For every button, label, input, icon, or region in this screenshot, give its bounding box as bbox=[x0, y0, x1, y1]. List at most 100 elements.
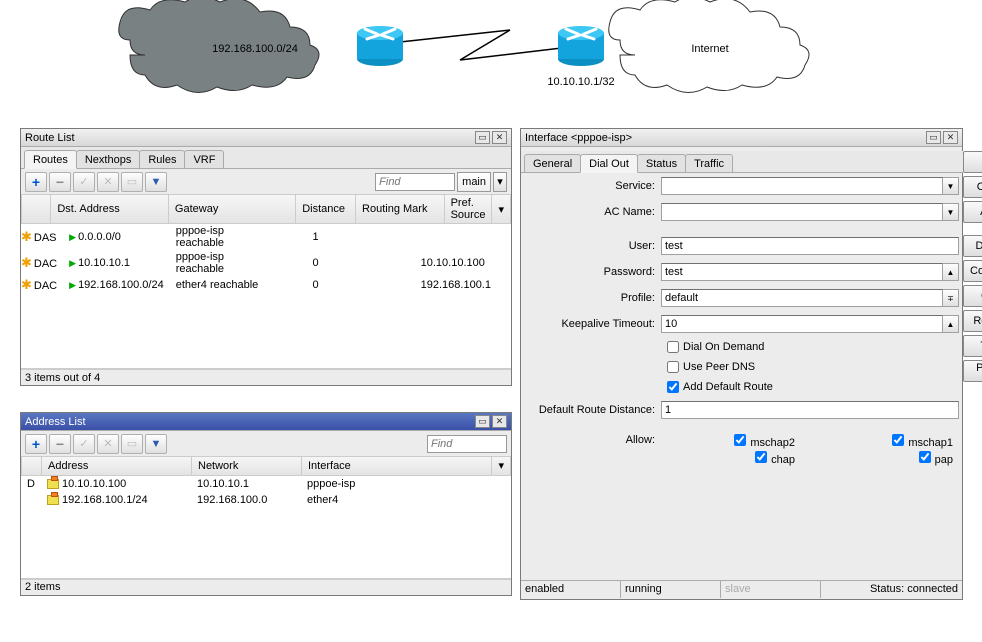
cancel-button[interactable]: Cancel bbox=[963, 176, 982, 198]
column-menu-icon[interactable]: ▾ bbox=[492, 195, 511, 224]
address-list-title: Address List bbox=[25, 416, 86, 428]
table-row[interactable]: 192.168.100.1/24192.168.100.0ether4 bbox=[21, 492, 511, 508]
internet-label: Internet bbox=[691, 43, 728, 55]
filter-icon[interactable]: ▼ bbox=[145, 172, 167, 192]
keepalive-label: Keepalive Timeout: bbox=[521, 318, 661, 330]
profile-input[interactable] bbox=[661, 289, 943, 307]
popout-icon[interactable]: ▭ bbox=[926, 131, 941, 144]
table-row[interactable]: ✱DAC▶192.168.100.0/24ether4 reachable019… bbox=[21, 276, 511, 294]
pppoe-scan-button[interactable]: PPPoE Scan bbox=[963, 360, 982, 382]
route-list-window: Route List ▭ ✕ Routes Nexthops Rules VRF… bbox=[20, 128, 512, 386]
chevron-down-icon[interactable]: ▾ bbox=[493, 172, 507, 192]
enable-icon[interactable]: ✓ bbox=[73, 172, 95, 192]
col-mark[interactable]: Routing Mark bbox=[356, 195, 445, 224]
route-list-toolbar: + − ✓ ✕ ▭ ▼ main ▾ bbox=[21, 169, 511, 195]
address-list-window: Address List ▭ ✕ + − ✓ ✕ ▭ ▼ Address Net… bbox=[20, 412, 512, 596]
address-list-titlebar[interactable]: Address List ▭ ✕ bbox=[21, 413, 511, 431]
remove-button[interactable]: − bbox=[49, 434, 71, 454]
interface-titlebar[interactable]: Interface <pppoe-isp> ▭ ✕ bbox=[521, 129, 962, 147]
find-input[interactable] bbox=[375, 173, 455, 191]
add-button[interactable]: + bbox=[25, 434, 47, 454]
tab-dial-out[interactable]: Dial Out bbox=[580, 154, 638, 173]
chevron-down-icon[interactable]: ▼ bbox=[943, 203, 959, 221]
use-peer-dns-checkbox[interactable] bbox=[667, 361, 679, 373]
chap-checkbox[interactable] bbox=[755, 451, 767, 463]
disable-icon[interactable]: ✕ bbox=[97, 172, 119, 192]
route-list-tabs: Routes Nexthops Rules VRF bbox=[21, 147, 511, 169]
copy-button[interactable]: Copy bbox=[963, 285, 982, 307]
password-input[interactable] bbox=[661, 263, 943, 281]
updown-icon[interactable]: ∓ bbox=[943, 289, 959, 307]
col-dist[interactable]: Distance bbox=[296, 195, 356, 224]
status-enabled: enabled bbox=[521, 581, 621, 598]
pap-checkbox[interactable] bbox=[919, 451, 931, 463]
allow-pap[interactable]: pap bbox=[819, 451, 959, 466]
route-list-titlebar[interactable]: Route List ▭ ✕ bbox=[21, 129, 511, 147]
tab-status[interactable]: Status bbox=[637, 154, 686, 172]
close-icon[interactable]: ✕ bbox=[492, 131, 507, 144]
address-icon bbox=[47, 495, 59, 505]
comment-button[interactable]: Comment bbox=[963, 260, 982, 282]
chevron-up-icon[interactable]: ▲ bbox=[943, 315, 959, 333]
allow-mschap2[interactable]: mschap2 bbox=[661, 434, 801, 449]
tab-vrf[interactable]: VRF bbox=[184, 150, 224, 168]
table-row[interactable]: ✱DAC▶10.10.10.1pppoe-isp reachable010.10… bbox=[21, 250, 511, 276]
default-route-distance-input[interactable] bbox=[661, 401, 959, 419]
col-addr[interactable]: Address bbox=[42, 457, 192, 475]
mschap2-checkbox[interactable] bbox=[734, 434, 746, 446]
col-gw[interactable]: Gateway bbox=[168, 195, 295, 224]
remove-button[interactable]: − bbox=[49, 172, 71, 192]
interface-tabs: General Dial Out Status Traffic bbox=[521, 151, 963, 173]
disable-button[interactable]: Disable bbox=[963, 235, 982, 257]
col-iface[interactable]: Interface bbox=[302, 457, 492, 475]
table-row[interactable]: ✱DAS▶0.0.0.0/0pppoe-isp reachable1 bbox=[21, 224, 511, 250]
keepalive-input[interactable] bbox=[661, 315, 943, 333]
col-dst[interactable]: Dst. Address bbox=[51, 195, 169, 224]
comment-icon[interactable]: ▭ bbox=[121, 434, 143, 454]
password-label: Password: bbox=[521, 266, 661, 278]
lan-cidr-label: 192.168.100.0/24 bbox=[212, 43, 298, 55]
popout-icon[interactable]: ▭ bbox=[475, 131, 490, 144]
table-row[interactable]: D10.10.10.10010.10.10.1pppoe-isp bbox=[21, 476, 511, 492]
torch-button[interactable]: Torch bbox=[963, 335, 982, 357]
routing-table-select[interactable]: main bbox=[457, 172, 491, 192]
chevron-up-icon[interactable]: ▲ bbox=[943, 263, 959, 281]
remove-button[interactable]: Remove bbox=[963, 310, 982, 332]
chevron-down-icon[interactable]: ▼ bbox=[943, 177, 959, 195]
ok-button[interactable]: OK bbox=[963, 151, 982, 173]
column-menu-icon[interactable]: ▾ bbox=[492, 457, 511, 475]
apply-button[interactable]: Apply bbox=[963, 201, 982, 223]
tab-traffic[interactable]: Traffic bbox=[685, 154, 733, 172]
user-input[interactable] bbox=[661, 237, 959, 255]
address-icon bbox=[47, 479, 59, 489]
wan-ip-label: 10.10.10.1/32 bbox=[547, 76, 614, 88]
disable-icon[interactable]: ✕ bbox=[97, 434, 119, 454]
close-icon[interactable]: ✕ bbox=[943, 131, 958, 144]
interface-window: Interface <pppoe-isp> ▭ ✕ General Dial O… bbox=[520, 128, 963, 600]
add-default-route-checkbox[interactable] bbox=[667, 381, 679, 393]
popout-icon[interactable]: ▭ bbox=[475, 415, 490, 428]
status-slave: slave bbox=[721, 581, 821, 598]
allow-mschap1[interactable]: mschap1 bbox=[819, 434, 959, 449]
ac-name-input[interactable] bbox=[661, 203, 943, 221]
service-input[interactable] bbox=[661, 177, 943, 195]
mschap1-checkbox[interactable] bbox=[892, 434, 904, 446]
filter-icon[interactable]: ▼ bbox=[145, 434, 167, 454]
tab-routes[interactable]: Routes bbox=[24, 150, 77, 169]
tab-nexthops[interactable]: Nexthops bbox=[76, 150, 140, 168]
col-src[interactable]: Pref. Source bbox=[444, 195, 492, 224]
route-list-title: Route List bbox=[25, 132, 75, 144]
enable-icon[interactable]: ✓ bbox=[73, 434, 95, 454]
find-input[interactable] bbox=[427, 435, 507, 453]
service-label: Service: bbox=[521, 180, 661, 192]
add-button[interactable]: + bbox=[25, 172, 47, 192]
address-table: Address Network Interface ▾ bbox=[21, 457, 511, 476]
route-list-status: 3 items out of 4 bbox=[25, 372, 100, 384]
close-icon[interactable]: ✕ bbox=[492, 415, 507, 428]
dial-on-demand-checkbox[interactable] bbox=[667, 341, 679, 353]
tab-rules[interactable]: Rules bbox=[139, 150, 185, 168]
col-net[interactable]: Network bbox=[192, 457, 302, 475]
allow-chap[interactable]: chap bbox=[661, 451, 801, 466]
comment-icon[interactable]: ▭ bbox=[121, 172, 143, 192]
tab-general[interactable]: General bbox=[524, 154, 581, 172]
